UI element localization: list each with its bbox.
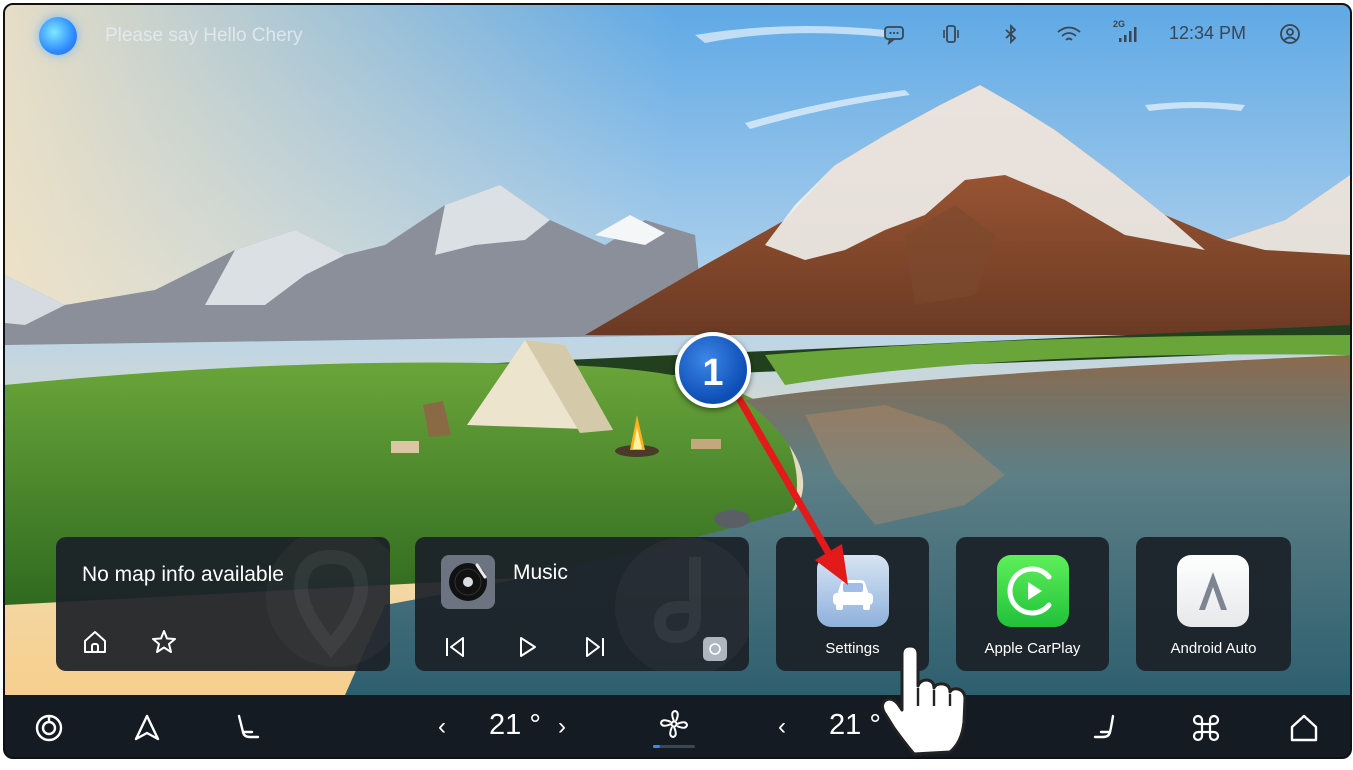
step-number-badge: 1	[675, 332, 751, 408]
hand-pointer-icon	[880, 644, 967, 756]
instruction-arrow	[736, 396, 848, 585]
